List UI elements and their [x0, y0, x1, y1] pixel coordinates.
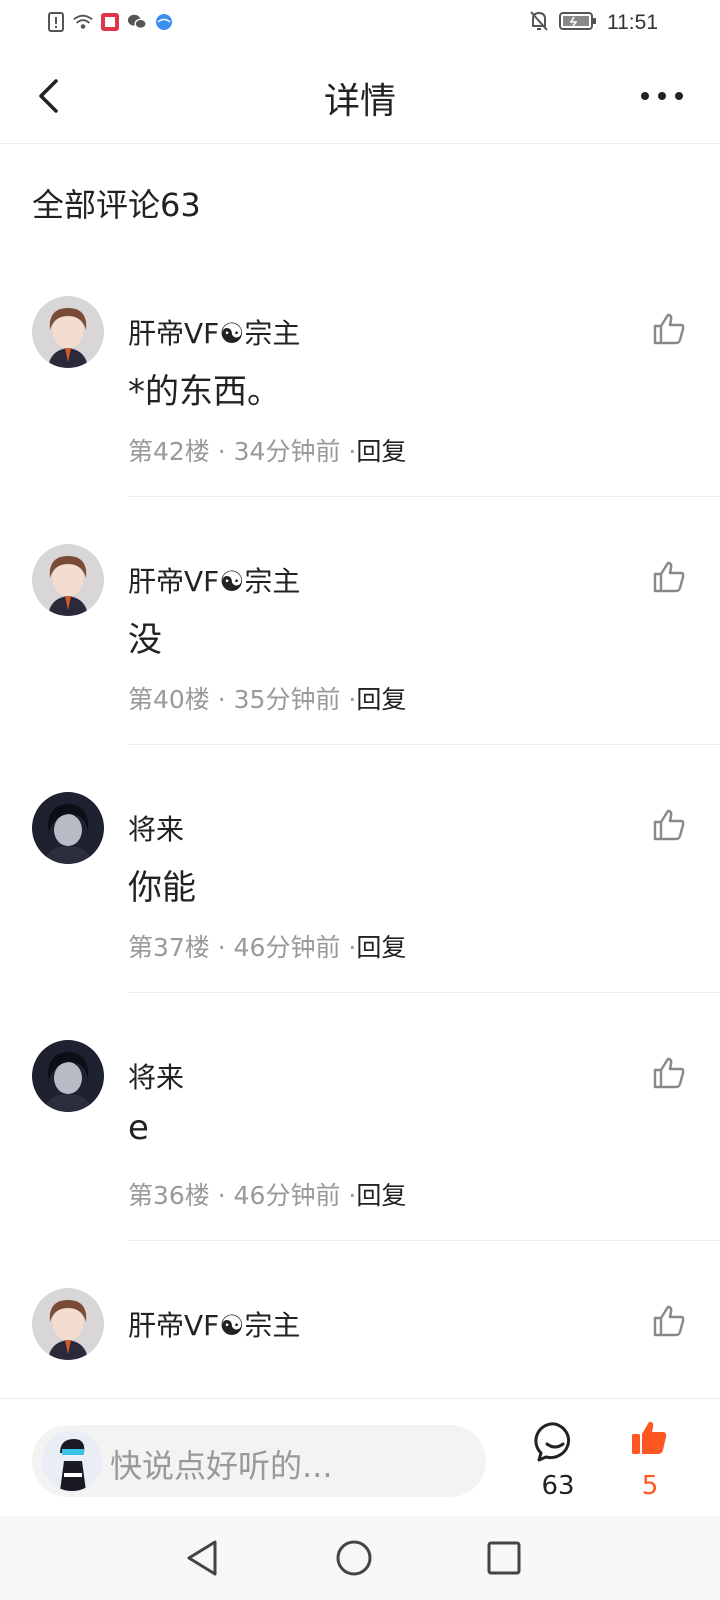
- avatar[interactable]: [32, 1040, 104, 1112]
- comment-item: 将来 你能 第37楼 · 46分钟前 ·回复: [0, 792, 720, 1040]
- input-placeholder: 快说点好听的...: [110, 1447, 333, 1485]
- reply-button[interactable]: 回复: [356, 437, 406, 466]
- battery-icon: [559, 11, 597, 35]
- comment-author[interactable]: 将来: [128, 808, 184, 848]
- wechat-icon: [127, 12, 147, 32]
- comment-item: 肝帝VF☯宗主 *的东西。 第42楼 · 34分钟前 ·回复: [0, 296, 720, 544]
- thumbs-up-icon: [653, 1057, 685, 1089]
- reply-button[interactable]: 回复: [356, 933, 406, 962]
- my-avatar: [42, 1431, 102, 1491]
- like-button[interactable]: [652, 1304, 692, 1344]
- comment-text: e: [128, 1108, 149, 1148]
- comment-time: 46分钟前: [233, 933, 341, 962]
- comment-author[interactable]: 将来: [128, 1056, 184, 1096]
- app-notification-icon: [100, 12, 120, 32]
- reply-button[interactable]: 回复: [356, 1181, 406, 1210]
- header: 详情: [0, 48, 720, 144]
- comment-item: 肝帝VF☯宗主 没 第40楼 · 35分钟前 ·回复: [0, 544, 720, 792]
- thumbs-up-icon: [653, 561, 685, 593]
- divider: [128, 496, 720, 497]
- comment-meta: 第36楼 · 46分钟前 ·回复: [128, 1181, 407, 1210]
- thumbs-up-icon: [653, 809, 685, 841]
- like-button[interactable]: [652, 560, 692, 600]
- bell-off-icon: [529, 10, 549, 36]
- comment-author[interactable]: 肝帝VF☯宗主: [128, 1304, 300, 1344]
- comment-meta: 第40楼 · 35分钟前 ·回复: [128, 685, 407, 714]
- more-button[interactable]: [634, 80, 690, 112]
- divider: [128, 744, 720, 745]
- comment-author[interactable]: 肝帝VF☯宗主: [128, 312, 300, 352]
- comment-author[interactable]: 肝帝VF☯宗主: [128, 560, 300, 600]
- system-nav-bar: [0, 1516, 720, 1600]
- like-count: 5: [641, 1471, 659, 1501]
- comment-time: 34分钟前: [233, 437, 341, 466]
- comment-floor: 第37楼: [128, 933, 210, 962]
- triangle-back-icon: [187, 1540, 217, 1576]
- comment-meta: 第37楼 · 46分钟前 ·回复: [128, 933, 407, 962]
- all-comments-heading: 全部评论63: [32, 186, 201, 224]
- comment-meta: 第42楼 · 34分钟前 ·回复: [128, 437, 407, 466]
- nav-back-button[interactable]: [180, 1536, 224, 1580]
- thumbs-up-icon: [653, 313, 685, 345]
- comment-time: 35分钟前: [233, 685, 341, 714]
- comment-floor: 第36楼: [128, 1181, 210, 1210]
- comment-list: 肝帝VF☯宗主 *的东西。 第42楼 · 34分钟前 ·回复 肝帝VF☯宗主 没…: [0, 296, 720, 1536]
- status-bar: 11:51: [0, 0, 720, 48]
- comment-count: 63: [541, 1471, 575, 1501]
- clock: 11:51: [607, 11, 658, 34]
- avatar[interactable]: [32, 296, 104, 368]
- divider: [128, 992, 720, 993]
- like-button[interactable]: [652, 808, 692, 848]
- sim-alert-icon: [46, 12, 66, 32]
- circle-home-icon: [336, 1540, 372, 1576]
- page-title: 详情: [323, 81, 396, 122]
- like-post-button[interactable]: [630, 1419, 670, 1463]
- notification-icons: [46, 12, 174, 32]
- comment-input-bar: 快说点好听的... 63 5: [0, 1398, 720, 1516]
- nav-home-button[interactable]: [332, 1536, 376, 1580]
- comment-floor: 第42楼: [128, 437, 210, 466]
- comment-input[interactable]: 快说点好听的...: [32, 1425, 486, 1497]
- reply-button[interactable]: 回复: [356, 685, 406, 714]
- square-recents-icon: [487, 1541, 521, 1575]
- thumbs-up-filled-icon: [632, 1421, 667, 1454]
- wifi-icon: [73, 12, 93, 32]
- comment-bubble-icon: [534, 1422, 571, 1462]
- comment-text: 没: [128, 620, 162, 660]
- comments-button[interactable]: [534, 1421, 582, 1469]
- divider: [128, 1240, 720, 1241]
- browser-icon: [154, 12, 174, 32]
- avatar[interactable]: [32, 544, 104, 616]
- comment-text: 你能: [128, 868, 196, 908]
- nav-recents-button[interactable]: [482, 1536, 526, 1580]
- more-dots-icon: [641, 92, 683, 100]
- avatar[interactable]: [32, 1288, 104, 1360]
- thumbs-up-icon: [653, 1305, 685, 1337]
- comment-time: 46分钟前: [233, 1181, 341, 1210]
- comment-item: 将来 e 第36楼 · 46分钟前 ·回复: [0, 1040, 720, 1288]
- like-button[interactable]: [652, 312, 692, 352]
- comment-floor: 第40楼: [128, 685, 210, 714]
- comment-text: *的东西。: [128, 372, 281, 412]
- avatar[interactable]: [32, 792, 104, 864]
- like-button[interactable]: [652, 1056, 692, 1096]
